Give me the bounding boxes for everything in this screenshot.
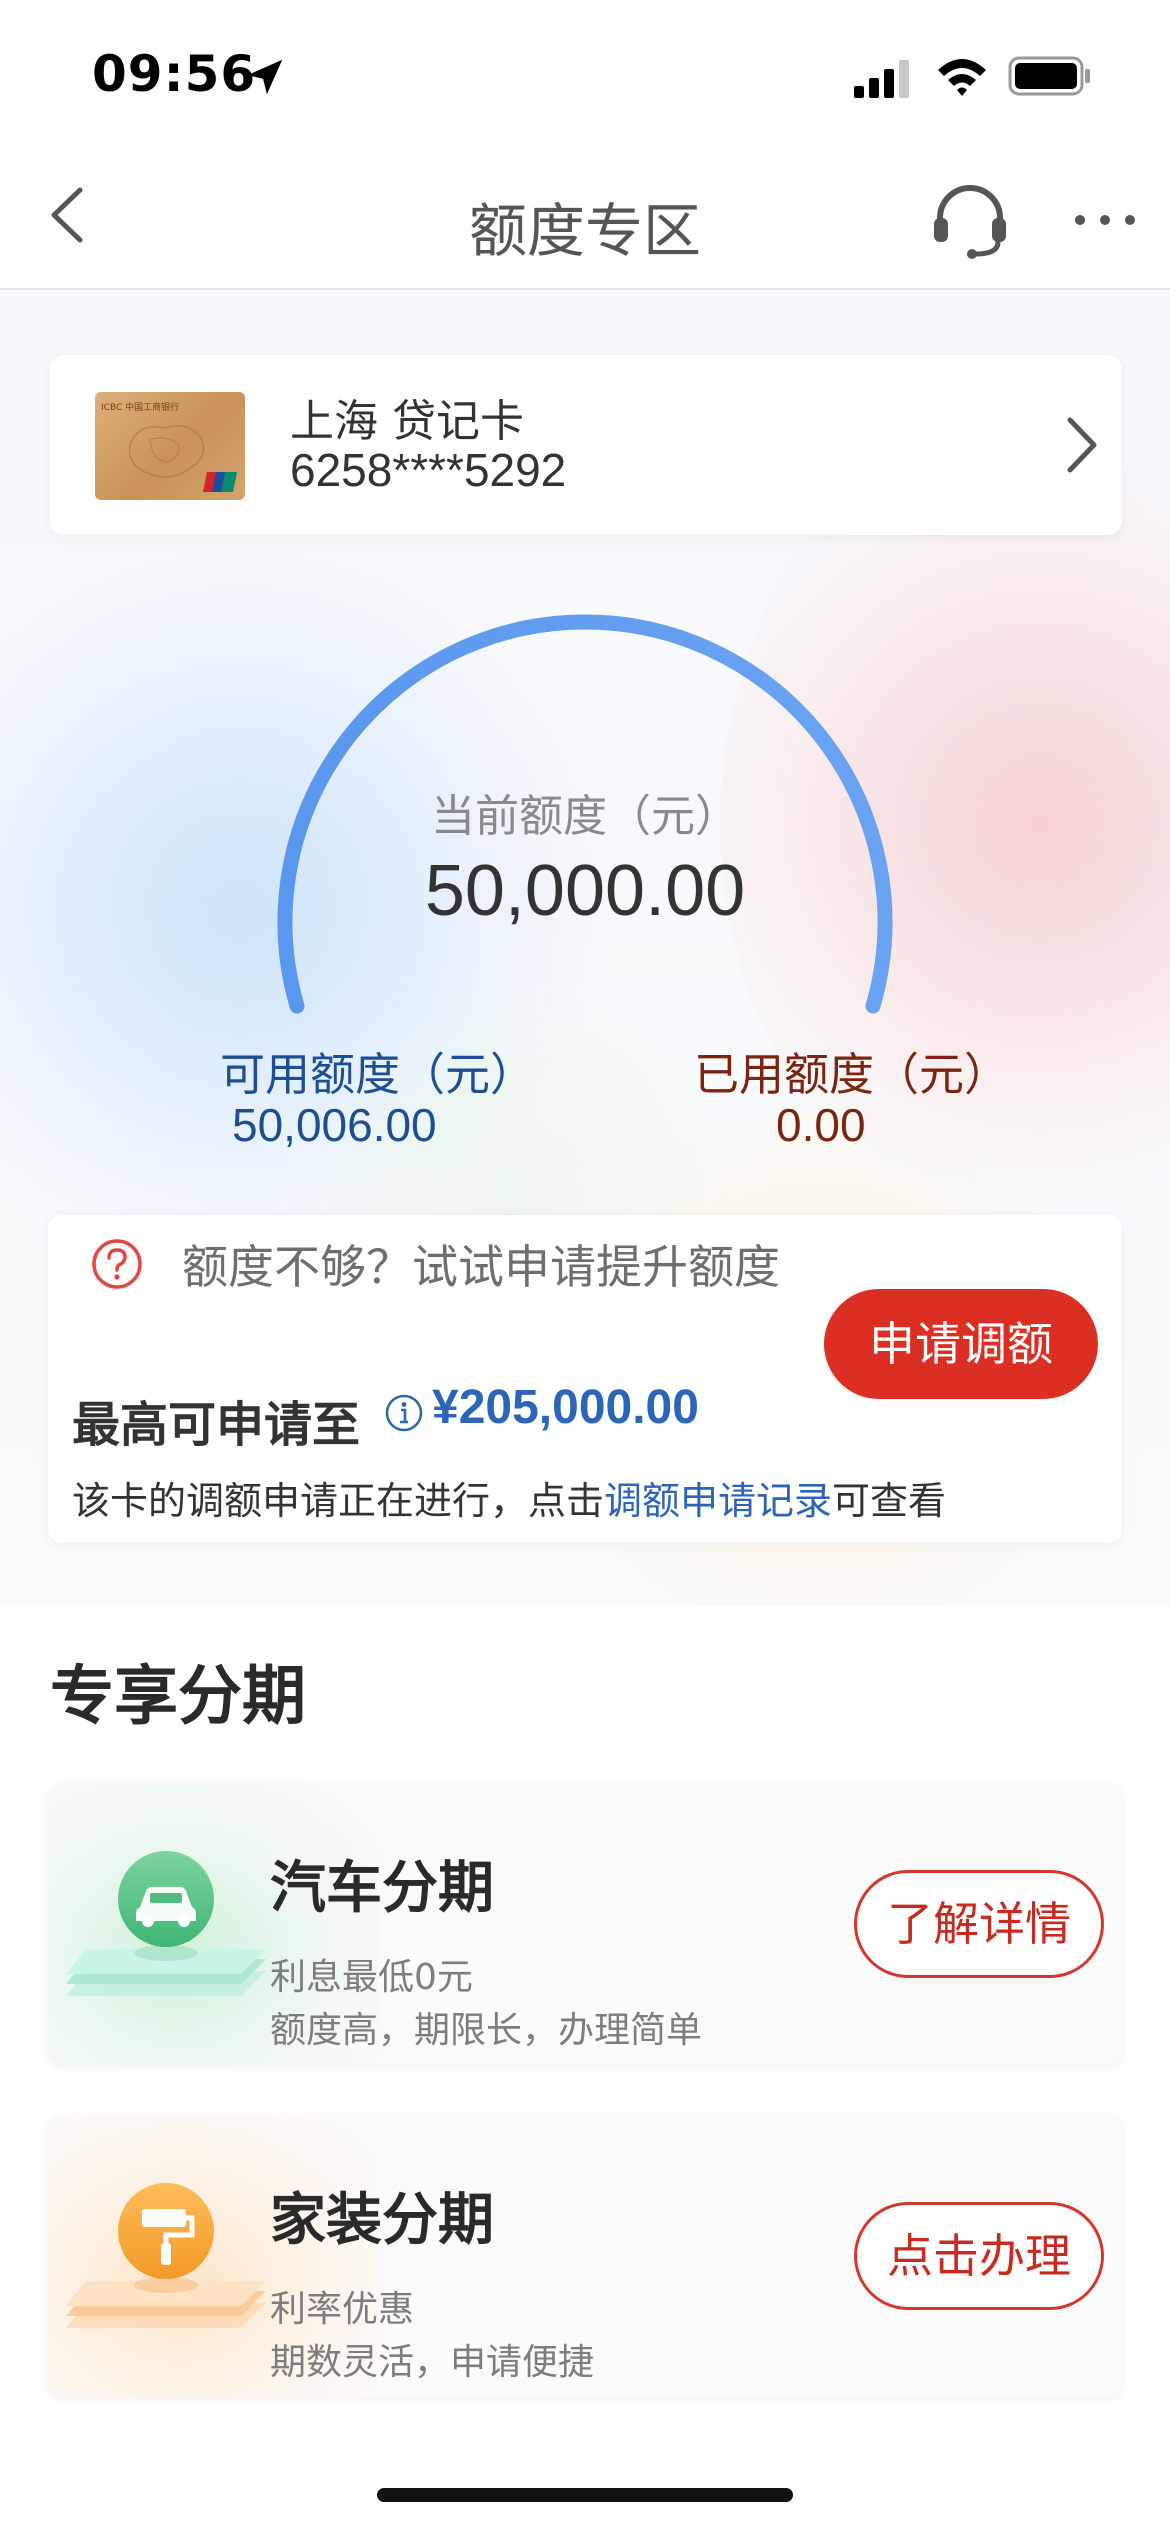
customer-service-headset-icon[interactable] [928, 178, 1012, 262]
installment-highlight: 利率优惠 [270, 2289, 415, 2330]
available-limit-value: 50,006.00 [232, 1099, 437, 1151]
wifi-icon [938, 59, 986, 96]
question-mark-icon [92, 1239, 142, 1289]
adjustment-record-link[interactable]: 调额申请记录 [604, 1479, 832, 1523]
used-limit-value: 0.00 [776, 1099, 866, 1151]
unionpay-logo-icon [203, 472, 237, 492]
paint-roller-icon [66, 2183, 266, 2328]
max-apply-amount: ¥205,000.00 [432, 1381, 699, 1434]
navigation-bar: 额度专区 [0, 150, 1170, 290]
chevron-right-icon [1067, 417, 1097, 473]
credit-card-thumbnail: ICBC 中国工商银行 [95, 392, 245, 500]
installment-description: 额度高，期限长，办理简单 [270, 2010, 703, 2051]
more-options-icon[interactable] [1070, 200, 1140, 240]
max-apply-label: 最高可申请至 [72, 1397, 361, 1453]
card-bank-logo-text: ICBC 中国工商银行 [101, 403, 180, 413]
installment-title: 汽车分期 [270, 1856, 494, 1921]
status-time: 09:56 [92, 45, 257, 103]
apply-limit-adjustment-button[interactable]: 申请调额 [824, 1289, 1098, 1399]
available-limit-label: 可用额度（元） [220, 1048, 536, 1101]
location-arrow-icon [247, 59, 283, 95]
apply-now-button[interactable]: 点击办理 [854, 2202, 1104, 2310]
info-icon[interactable] [384, 1393, 424, 1433]
limit-increase-card: 额度不够？试试申请提升额度 最高可申请至 ¥205,000.00 该卡的调额申请… [48, 1215, 1122, 1543]
status-bar: 09:56 [0, 0, 1170, 150]
current-limit-value: 50,000.00 [424, 851, 746, 931]
car-installment-card[interactable]: 汽车分期 利息最低0元 额度高，期限长，办理简单 了解详情 [48, 1783, 1122, 2065]
card-selector[interactable]: ICBC 中国工商银行 上海 贷记卡 6258****5292 [50, 355, 1122, 535]
home-renovation-installment-card[interactable]: 家装分期 利率优惠 期数灵活，申请便捷 点击办理 [48, 2115, 1122, 2397]
section-title-installments: 专享分期 [50, 1660, 306, 1734]
installment-description: 期数灵活，申请便捷 [270, 2342, 595, 2383]
increase-prompt-text: 额度不够？试试申请提升额度 [182, 1240, 780, 1294]
used-limit-label: 已用额度（元） [694, 1048, 1010, 1101]
home-indicator[interactable] [377, 2488, 793, 2502]
card-number: 6258****5292 [290, 444, 567, 496]
cellular-signal-icon [854, 60, 909, 98]
card-map-graphic [128, 425, 205, 478]
installment-title: 家装分期 [270, 2188, 494, 2253]
progress-note-prefix: 该卡的调额申请正在进行，点击 [72, 1479, 605, 1523]
battery-icon [1008, 56, 1090, 96]
progress-note-suffix: 可查看 [832, 1479, 947, 1523]
learn-more-button[interactable]: 了解详情 [854, 1870, 1104, 1978]
installment-highlight: 利息最低0元 [270, 1957, 473, 1998]
application-progress-note: 该卡的调额申请正在进行，点击调额申请记录可查看 [72, 1470, 946, 1525]
car-icon [66, 1851, 266, 1996]
card-name: 上海 贷记卡 [290, 396, 524, 447]
current-limit-label: 当前额度（元） [431, 791, 739, 842]
